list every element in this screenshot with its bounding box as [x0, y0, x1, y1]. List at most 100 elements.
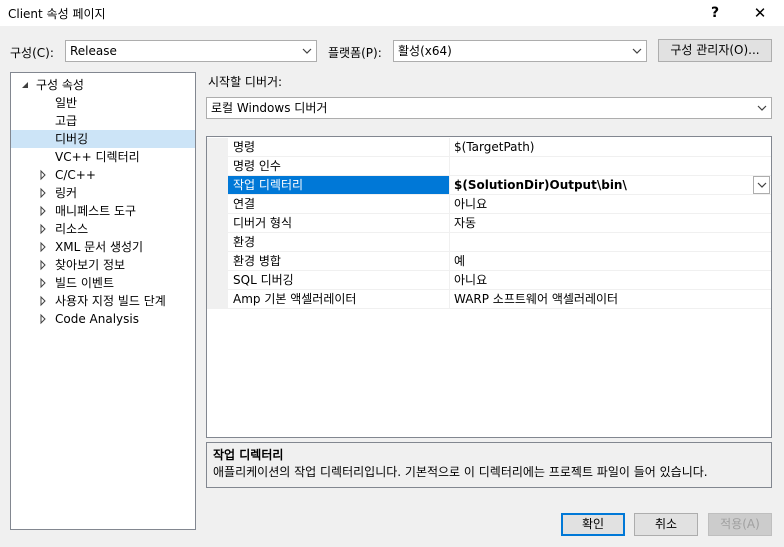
row-margin [207, 176, 228, 195]
tree-item[interactable]: C/C++ [11, 166, 195, 184]
property-grid: 명령 $(TargetPath) 명령 인수 작업 디렉터리 $(SolutionDir… [206, 136, 772, 438]
config-label: 구성(C): [10, 46, 54, 60]
value-dropdown-button[interactable] [753, 176, 770, 194]
property-value-text: WARP 소프트웨어 액셀러레이터 [454, 292, 619, 306]
tree-item-label: VC++ 디렉터리 [55, 150, 140, 164]
property-value[interactable] [450, 157, 771, 176]
property-value[interactable]: 아니요 [450, 271, 771, 290]
tree-item-label: 빌드 이벤트 [55, 276, 115, 290]
expand-icon [40, 241, 46, 253]
tree-item[interactable]: 빌드 이벤트 [11, 274, 195, 292]
property-value-text: 아니요 [454, 273, 488, 287]
tree-root[interactable]: 구성 속성 [11, 76, 195, 94]
chevron-down-icon [632, 48, 642, 54]
row-margin [207, 214, 228, 233]
platform-select[interactable]: 활성(x64) [393, 40, 647, 62]
property-value[interactable] [450, 233, 771, 252]
description-title: 작업 디렉터리 [213, 448, 284, 462]
tree-item[interactable]: 매니페스트 도구 [11, 202, 195, 220]
ok-button[interactable]: 확인 [561, 513, 625, 536]
platform-label: 플랫폼(P): [328, 46, 382, 60]
property-name: 환경 병합 [228, 252, 450, 271]
property-row[interactable]: 환경 [207, 233, 771, 252]
property-row[interactable]: 명령 인수 [207, 157, 771, 176]
property-row[interactable]: 디버거 형식 자동 [207, 214, 771, 233]
tree-item[interactable]: VC++ 디렉터리 [11, 148, 195, 166]
tree-item[interactable]: 디버깅 [11, 130, 195, 148]
expand-icon [40, 259, 46, 271]
config-value: Release [70, 44, 117, 58]
title-bar: Client 속성 페이지 ? ✕ [0, 0, 784, 26]
property-row[interactable]: 연결 아니요 [207, 195, 771, 214]
description-panel: 작업 디렉터리 애플리케이션의 작업 디렉터리입니다. 기본적으로 이 디렉터리… [206, 442, 772, 488]
expand-icon [40, 187, 46, 199]
tree-item[interactable]: 리소스 [11, 220, 195, 238]
property-row[interactable]: SQL 디버깅 아니요 [207, 271, 771, 290]
property-value-text: $(SolutionDir)Output\bin\ [454, 178, 627, 192]
property-name: SQL 디버깅 [228, 271, 450, 290]
tree-item[interactable]: 링커 [11, 184, 195, 202]
row-margin [207, 233, 228, 252]
property-row[interactable]: 명령 $(TargetPath) [207, 138, 771, 157]
apply-button[interactable]: 적용(A) [708, 513, 772, 536]
description-text: 애플리케이션의 작업 디렉터리입니다. 기본적으로 이 디렉터리에는 프로젝트 … [213, 465, 708, 479]
tree-item-label: 고급 [55, 114, 78, 128]
config-manager-button[interactable]: 구성 관리자(O)... [658, 39, 772, 62]
tree-item-label: 리소스 [55, 222, 89, 236]
collapse-icon [22, 82, 28, 88]
platform-value: 활성(x64) [398, 44, 452, 58]
row-margin [207, 138, 228, 157]
property-row[interactable]: Amp 기본 액셀러레이터 WARP 소프트웨어 액셀러레이터 [207, 290, 771, 309]
property-value-text: $(TargetPath) [454, 140, 535, 154]
tree-root-label: 구성 속성 [36, 78, 84, 92]
chevron-down-icon [757, 105, 767, 111]
expand-icon [40, 277, 46, 289]
row-margin [207, 252, 228, 271]
property-value[interactable]: 아니요 [450, 195, 771, 214]
expand-icon [40, 313, 46, 325]
cancel-button[interactable]: 취소 [634, 513, 698, 536]
property-name: 환경 [228, 233, 450, 252]
expand-icon [40, 223, 46, 235]
row-margin [207, 271, 228, 290]
debugger-value: 로컬 Windows 디버거 [211, 101, 328, 115]
tree-item-label: 일반 [55, 96, 78, 110]
row-margin [207, 195, 228, 214]
debugger-label: 시작할 디버거: [208, 75, 283, 89]
tree-item[interactable]: 찾아보기 정보 [11, 256, 195, 274]
chevron-down-icon [302, 48, 312, 54]
property-name: 디버거 형식 [228, 214, 450, 233]
close-button[interactable]: ✕ [745, 2, 775, 24]
tree-item-label: 찾아보기 정보 [55, 258, 126, 272]
property-name: 명령 [228, 138, 450, 157]
tree-item[interactable]: 고급 [11, 112, 195, 130]
property-name: Amp 기본 액셀러레이터 [228, 290, 450, 309]
property-name: 작업 디렉터리 [228, 176, 450, 195]
property-name: 연결 [228, 195, 450, 214]
tree-item-label: Code Analysis [55, 312, 139, 326]
property-tree: 구성 속성 일반고급디버깅 VC++ 디렉터리 C/C++ 링커매니페스트 도구리소스… [10, 72, 196, 530]
tree-item[interactable]: XML 문서 생성기 [11, 238, 195, 256]
tree-item[interactable]: Code Analysis [11, 310, 195, 328]
property-value-text: 예 [454, 254, 466, 268]
property-value[interactable]: WARP 소프트웨어 액셀러레이터 [450, 290, 771, 309]
property-row[interactable]: 작업 디렉터리 $(SolutionDir)Output\bin\ [207, 176, 771, 195]
property-value-text: 아니요 [454, 197, 488, 211]
help-button[interactable]: ? [700, 2, 730, 24]
config-select[interactable]: Release [65, 40, 317, 62]
property-value[interactable]: 예 [450, 252, 771, 271]
expand-icon [40, 169, 46, 181]
row-margin [207, 290, 228, 309]
property-value[interactable]: $(SolutionDir)Output\bin\ [450, 176, 771, 195]
expand-icon [40, 295, 46, 307]
tree-item-label: 매니페스트 도구 [55, 204, 137, 218]
tree-item-label: XML 문서 생성기 [55, 240, 144, 254]
window-title: Client 속성 페이지 [8, 7, 106, 21]
tree-item[interactable]: 일반 [11, 94, 195, 112]
tree-item-label: 링커 [55, 186, 78, 200]
property-row[interactable]: 환경 병합 예 [207, 252, 771, 271]
tree-item[interactable]: 사용자 지정 빌드 단계 [11, 292, 195, 310]
debugger-select[interactable]: 로컬 Windows 디버거 [206, 97, 772, 119]
property-value[interactable]: 자동 [450, 214, 771, 233]
property-value[interactable]: $(TargetPath) [450, 138, 771, 157]
